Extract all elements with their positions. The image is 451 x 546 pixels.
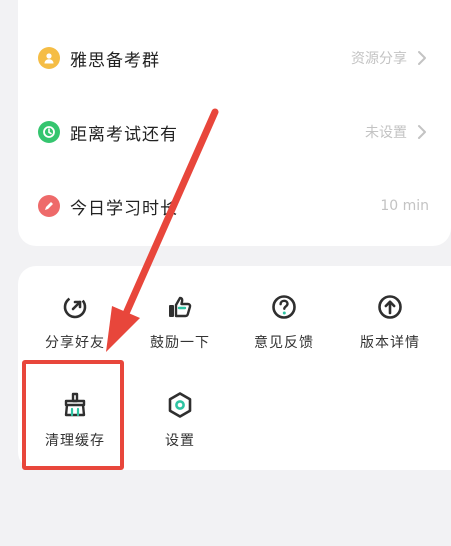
pencil-icon	[38, 195, 60, 217]
share-icon	[63, 295, 87, 319]
info-card: 雅思备考群 资源分享 距离考试还有 未设置 今日学习时长 10 min	[18, 0, 451, 246]
tool-label: 分享好友	[45, 335, 105, 351]
tool-settings[interactable]: 设置	[130, 390, 230, 470]
annotation-highlight-box	[22, 360, 124, 470]
tool-label: 意见反馈	[254, 335, 314, 351]
info-row-study-time[interactable]: 今日学习时长 10 min	[18, 186, 451, 226]
tool-label: 设置	[165, 433, 195, 449]
info-row-value: 未设置	[365, 125, 407, 141]
tool-version-details[interactable]: 版本详情	[340, 292, 440, 372]
info-row-label: 距离考试还有	[70, 124, 178, 145]
chevron-right-icon	[415, 48, 429, 68]
thumbs-up-icon	[169, 296, 192, 318]
info-row-value: 资源分享	[351, 51, 407, 67]
tool-label: 版本详情	[360, 335, 420, 351]
tool-encourage[interactable]: 鼓励一下	[130, 292, 230, 372]
chevron-right-icon	[415, 122, 429, 142]
info-row-label: 今日学习时长	[70, 198, 178, 219]
tool-feedback[interactable]: 意见反馈	[234, 292, 334, 372]
info-row-exam-countdown[interactable]: 距离考试还有 未设置	[18, 112, 451, 152]
group-icon	[38, 47, 60, 69]
info-row-label: 雅思备考群	[70, 50, 160, 71]
settings-hexagon-icon	[168, 392, 192, 418]
question-icon	[272, 295, 296, 319]
info-row-study-group[interactable]: 雅思备考群 资源分享	[18, 38, 451, 78]
clock-icon	[38, 121, 60, 143]
info-row-value: 10 min	[380, 198, 429, 214]
tool-label: 鼓励一下	[150, 335, 210, 351]
upgrade-arrow-icon	[378, 295, 402, 319]
